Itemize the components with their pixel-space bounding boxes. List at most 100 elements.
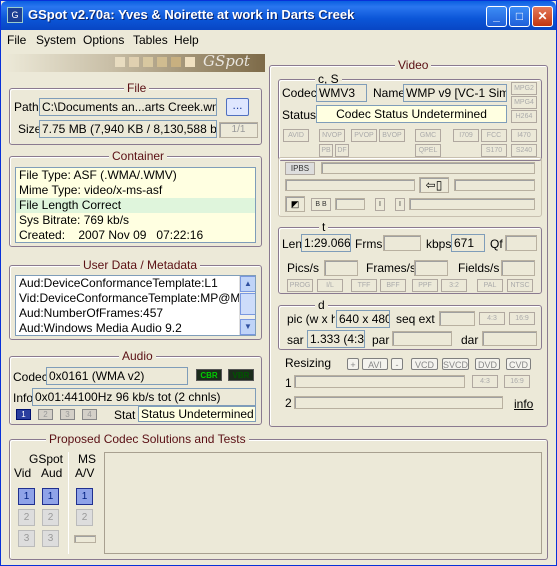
aspect-tag-169: 16:9: [504, 375, 530, 388]
flag-bff: BFF: [380, 279, 406, 292]
metadata-item[interactable]: Aud:Windows Media Audio 9.2: [16, 321, 255, 335]
preview-icon[interactable]: ⇦▯: [419, 177, 449, 193]
resize-minus-button[interactable]: -: [391, 358, 403, 370]
aud-solution-3[interactable]: 3: [42, 530, 59, 547]
vid-solution-2[interactable]: 2: [18, 509, 35, 526]
vid-solution-1[interactable]: 1: [18, 488, 35, 505]
codec-subgroup: c, S Codec WMV3 Name WMP v9 [VC-1 Simpl …: [278, 72, 542, 161]
av-label: A/V: [75, 466, 95, 480]
container-line: Sys Bitrate: 769 kb/s: [16, 213, 255, 228]
menu-tables[interactable]: Tables: [133, 33, 168, 47]
audio-stream-1[interactable]: 1: [16, 409, 31, 420]
menu-system[interactable]: System: [36, 33, 76, 47]
aud-solution-1[interactable]: 1: [42, 488, 59, 505]
audio-codec-field: 0x0161 (WMA v2): [46, 367, 188, 385]
banner-square: [185, 57, 195, 67]
ms-label: MS: [78, 452, 96, 466]
video-codec-label: Codec: [282, 86, 317, 100]
snapshot-icon[interactable]: ◩: [285, 196, 305, 212]
timing-subgroup: t Len 1:29.066 Frms kbps 671 Qf Pics/s F…: [278, 220, 542, 294]
flag-32: 3:2: [441, 279, 467, 292]
menu-help[interactable]: Help: [174, 33, 199, 47]
banner-square: [115, 57, 125, 67]
menu-file[interactable]: File: [7, 33, 26, 47]
dimensions-subgroup: d pic (w x h) 640 x 480 seq ext 4:3 16:9…: [278, 298, 542, 350]
flag-avid: AVID: [283, 129, 309, 142]
flag-pvop: PVOP: [351, 129, 377, 142]
menu-options[interactable]: Options: [83, 33, 124, 47]
vid-solution-3[interactable]: 3: [18, 530, 35, 547]
aspect-tag-43: 4:3: [472, 375, 498, 388]
resize-cvd-button[interactable]: CVD: [506, 358, 531, 370]
flag-s240: S240: [511, 144, 537, 157]
metadata-group: User Data / Metadata Aud:DeviceConforman…: [9, 258, 262, 340]
frame-type-bar: [321, 162, 535, 174]
resize-avi-button[interactable]: AVI: [362, 358, 388, 370]
info-link[interactable]: info: [514, 397, 533, 411]
path-field[interactable]: C:\Documents an...arts Creek.wmv: [39, 98, 217, 116]
d-legend: d: [315, 298, 328, 312]
proposed-legend: Proposed Codec Solutions and Tests: [46, 432, 249, 446]
seq-ext-field: [439, 311, 475, 326]
banner-square: [157, 57, 167, 67]
resize-plus-button[interactable]: +: [347, 358, 359, 370]
fields-field: [501, 260, 535, 276]
dar-label: dar: [461, 333, 479, 347]
maximize-button[interactable]: □: [509, 6, 530, 27]
frame-types-indicator: IPBS: [285, 162, 315, 175]
flag-prog: PROG: [287, 279, 313, 292]
ms-solution-1[interactable]: 1: [76, 488, 93, 505]
audio-stream-4[interactable]: 4: [82, 409, 97, 420]
window-title: GSpot v2.70a: Yves & Noirette at work in…: [28, 7, 355, 22]
metadata-list[interactable]: Aud:DeviceConformanceTemplate:L1 Vid:Dev…: [15, 275, 256, 336]
len-label: Len: [282, 237, 303, 251]
proposed-group: Proposed Codec Solutions and Tests GSpot…: [9, 432, 548, 560]
ms-solution-2[interactable]: 2: [76, 509, 93, 526]
minimize-button[interactable]: _: [486, 6, 507, 27]
resize-svcd-button[interactable]: SVCD: [442, 358, 469, 370]
video-name-label: Name: [373, 86, 406, 100]
banner-square: [129, 57, 139, 67]
scroll-thumb[interactable]: [240, 293, 255, 315]
metadata-item[interactable]: Vid:DeviceConformanceTemplate:MP@ML: [16, 291, 255, 306]
resize-dvd-button[interactable]: DVD: [475, 358, 500, 370]
container-line: Created: 2007 Nov 09 07:22:16: [16, 228, 255, 242]
metadata-scrollbar[interactable]: ▲ ▼: [239, 276, 255, 335]
t-legend: t: [319, 220, 329, 234]
banner-logo: GSpot: [203, 52, 250, 70]
frame-slot: [335, 198, 365, 210]
par-field: [392, 331, 452, 346]
resize-row2-field: [294, 396, 503, 409]
qf-field: [505, 235, 537, 251]
gspot-label: GSpot: [29, 452, 64, 466]
audio-stream-2[interactable]: 2: [38, 409, 53, 420]
tag-h264: H264: [511, 110, 537, 123]
resize-vcd-button[interactable]: VCD: [411, 358, 438, 370]
banner-square: [143, 57, 153, 67]
metadata-item[interactable]: Aud:NumberOfFrames:457: [16, 306, 255, 321]
flag-bvop: BVOP: [379, 129, 405, 142]
flag-ntsc: NTSC: [507, 279, 533, 292]
title-bar[interactable]: G GSpot v2.70a: Yves & Noirette at work …: [1, 1, 556, 30]
pic-field: 640 x 480: [336, 310, 390, 328]
file-group: File Path C:\Documents an...arts Creek.w…: [9, 81, 262, 145]
audio-info-label: Info: [13, 391, 34, 405]
scroll-up-icon[interactable]: ▲: [240, 276, 255, 292]
gspot-banner: GSpot: [5, 52, 265, 72]
flag-gmc: GMC: [415, 129, 441, 142]
sar-label: sar: [287, 333, 304, 347]
container-line: Mime Type: video/x-ms-asf: [16, 183, 255, 198]
dar-field: [482, 331, 537, 346]
aud-solution-2[interactable]: 2: [42, 509, 59, 526]
browse-button[interactable]: ...: [226, 98, 249, 116]
timeline-bar-left: [285, 179, 415, 191]
kbps-label: kbps: [426, 237, 452, 251]
video-status-field: Codec Status Undetermined: [316, 105, 507, 123]
metadata-item[interactable]: Aud:DeviceConformanceTemplate:L1: [16, 276, 255, 291]
close-button[interactable]: ✕: [532, 6, 553, 27]
divider: [68, 452, 69, 554]
container-group: Container File Type: ASF (.WMA/.WMV) Mim…: [9, 149, 262, 247]
flag-il: I/L: [317, 279, 343, 292]
audio-stream-3[interactable]: 3: [60, 409, 75, 420]
scroll-down-icon[interactable]: ▼: [240, 319, 255, 335]
